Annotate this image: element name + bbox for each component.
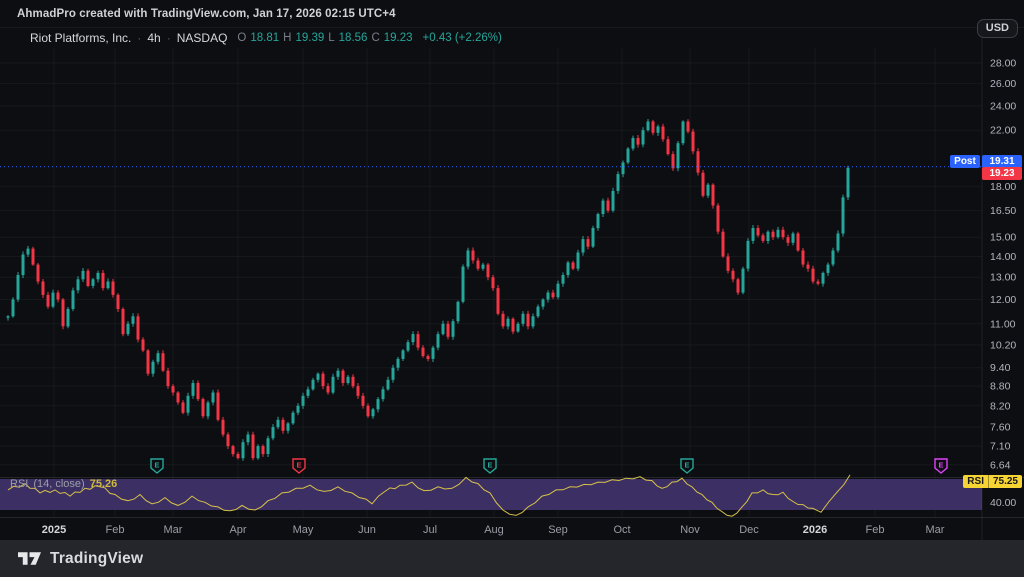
svg-text:18.00: 18.00 bbox=[990, 181, 1016, 193]
svg-text:E: E bbox=[487, 461, 492, 470]
exchange-label: NASDAQ bbox=[177, 31, 228, 45]
svg-text:Feb: Feb bbox=[106, 524, 125, 536]
svg-text:2026: 2026 bbox=[803, 524, 827, 536]
svg-text:E: E bbox=[938, 461, 943, 470]
svg-text:Oct: Oct bbox=[613, 524, 630, 536]
high-label: H bbox=[283, 32, 291, 44]
low-value: 18.56 bbox=[339, 32, 368, 44]
svg-text:Feb: Feb bbox=[866, 524, 885, 536]
ohlc-values: O 18.81 H 19.39 L 18.56 C 19.23 bbox=[237, 32, 412, 44]
svg-text:6.64: 6.64 bbox=[990, 459, 1011, 471]
svg-text:Jul: Jul bbox=[423, 524, 437, 536]
rsi-current-value: 75.26 bbox=[90, 478, 118, 490]
svg-text:26.00: 26.00 bbox=[990, 78, 1016, 90]
svg-text:8.80: 8.80 bbox=[990, 381, 1011, 393]
svg-text:9.40: 9.40 bbox=[990, 362, 1011, 374]
svg-text:11.00: 11.00 bbox=[990, 318, 1016, 330]
tradingview-footer: TradingView bbox=[0, 540, 1024, 577]
horizontal-gridlines bbox=[0, 63, 982, 465]
open-label: O bbox=[237, 32, 246, 44]
svg-text:22.00: 22.00 bbox=[990, 125, 1016, 137]
time-axis-labels[interactable]: 2025 Feb Mar Apr May Jun Jul Aug Sep Oct Nov Dec 202… bbox=[42, 524, 945, 536]
svg-text:24.00: 24.00 bbox=[990, 100, 1016, 112]
post-badge: Post bbox=[950, 155, 980, 168]
high-value: 19.39 bbox=[295, 32, 324, 44]
svg-text:E: E bbox=[684, 461, 689, 470]
svg-text:8.20: 8.20 bbox=[990, 400, 1011, 412]
interval-label[interactable]: 4h bbox=[147, 31, 160, 45]
symbol-legend[interactable]: Riot Platforms, Inc. · 4h · NASDAQ O 18.… bbox=[30, 31, 502, 45]
currency-toggle-button[interactable]: USD bbox=[977, 19, 1018, 38]
chart-canvas[interactable]: E E E E E 28.00 26.00 24.00 22.00 18.00 16.50 15.00… bbox=[0, 0, 1024, 577]
svg-text:10.20: 10.20 bbox=[990, 339, 1016, 351]
screenshot-header-bar: AhmadPro created with TradingView.com, J… bbox=[0, 0, 1024, 28]
svg-text:16.50: 16.50 bbox=[990, 205, 1016, 217]
legend-separator: · bbox=[167, 31, 171, 45]
svg-text:Aug: Aug bbox=[484, 524, 504, 536]
tradingview-brand-text[interactable]: TradingView bbox=[50, 550, 143, 568]
rsi-params: (14, close) bbox=[33, 478, 84, 490]
rsi-indicator-legend[interactable]: RSI (14, close) 75.26 bbox=[10, 478, 117, 490]
tradingview-logo-icon[interactable] bbox=[18, 549, 41, 568]
rsi-badge-label: RSI bbox=[963, 475, 989, 488]
svg-text:Jun: Jun bbox=[358, 524, 376, 536]
legend-separator: · bbox=[137, 31, 141, 45]
rsi-axis-label: 40.00 bbox=[990, 497, 1016, 509]
tradingview-chart-window: E E E E E 28.00 26.00 24.00 22.00 18.00 16.50 15.00… bbox=[0, 0, 1024, 577]
close-label: C bbox=[371, 32, 379, 44]
candlestick-series bbox=[7, 119, 850, 461]
svg-text:Mar: Mar bbox=[926, 524, 945, 536]
low-label: L bbox=[328, 32, 334, 44]
rsi-axis-badge: RSI 75.25 bbox=[963, 475, 1022, 488]
svg-text:May: May bbox=[293, 524, 314, 536]
svg-text:7.10: 7.10 bbox=[990, 441, 1011, 453]
last-price-label: 19.23 bbox=[982, 167, 1022, 180]
svg-text:Dec: Dec bbox=[739, 524, 759, 536]
svg-text:28.00: 28.00 bbox=[990, 57, 1016, 69]
svg-text:Mar: Mar bbox=[164, 524, 183, 536]
symbol-title[interactable]: Riot Platforms, Inc. bbox=[30, 31, 131, 45]
open-value: 18.81 bbox=[250, 32, 279, 44]
close-value: 19.23 bbox=[384, 32, 413, 44]
rsi-name: RSI bbox=[10, 478, 28, 490]
rsi-badge-value: 75.25 bbox=[989, 475, 1022, 488]
attribution-note: AhmadPro created with TradingView.com, J… bbox=[17, 8, 396, 20]
change-value: +0.43 (+2.26%) bbox=[423, 32, 502, 44]
svg-text:E: E bbox=[154, 461, 159, 470]
svg-text:12.00: 12.00 bbox=[990, 294, 1016, 306]
svg-text:7.60: 7.60 bbox=[990, 422, 1011, 434]
price-axis-labels[interactable]: 28.00 26.00 24.00 22.00 18.00 16.50 15.00 14.00… bbox=[990, 57, 1016, 471]
earnings-markers: EEEEE bbox=[151, 459, 947, 473]
svg-text:13.00: 13.00 bbox=[990, 272, 1016, 284]
svg-text:14.00: 14.00 bbox=[990, 251, 1016, 263]
svg-text:E: E bbox=[296, 461, 301, 470]
svg-text:15.00: 15.00 bbox=[990, 232, 1016, 244]
svg-text:Apr: Apr bbox=[229, 524, 246, 536]
svg-text:Sep: Sep bbox=[548, 524, 568, 536]
svg-text:2025: 2025 bbox=[42, 524, 66, 536]
svg-text:Nov: Nov bbox=[680, 524, 700, 536]
